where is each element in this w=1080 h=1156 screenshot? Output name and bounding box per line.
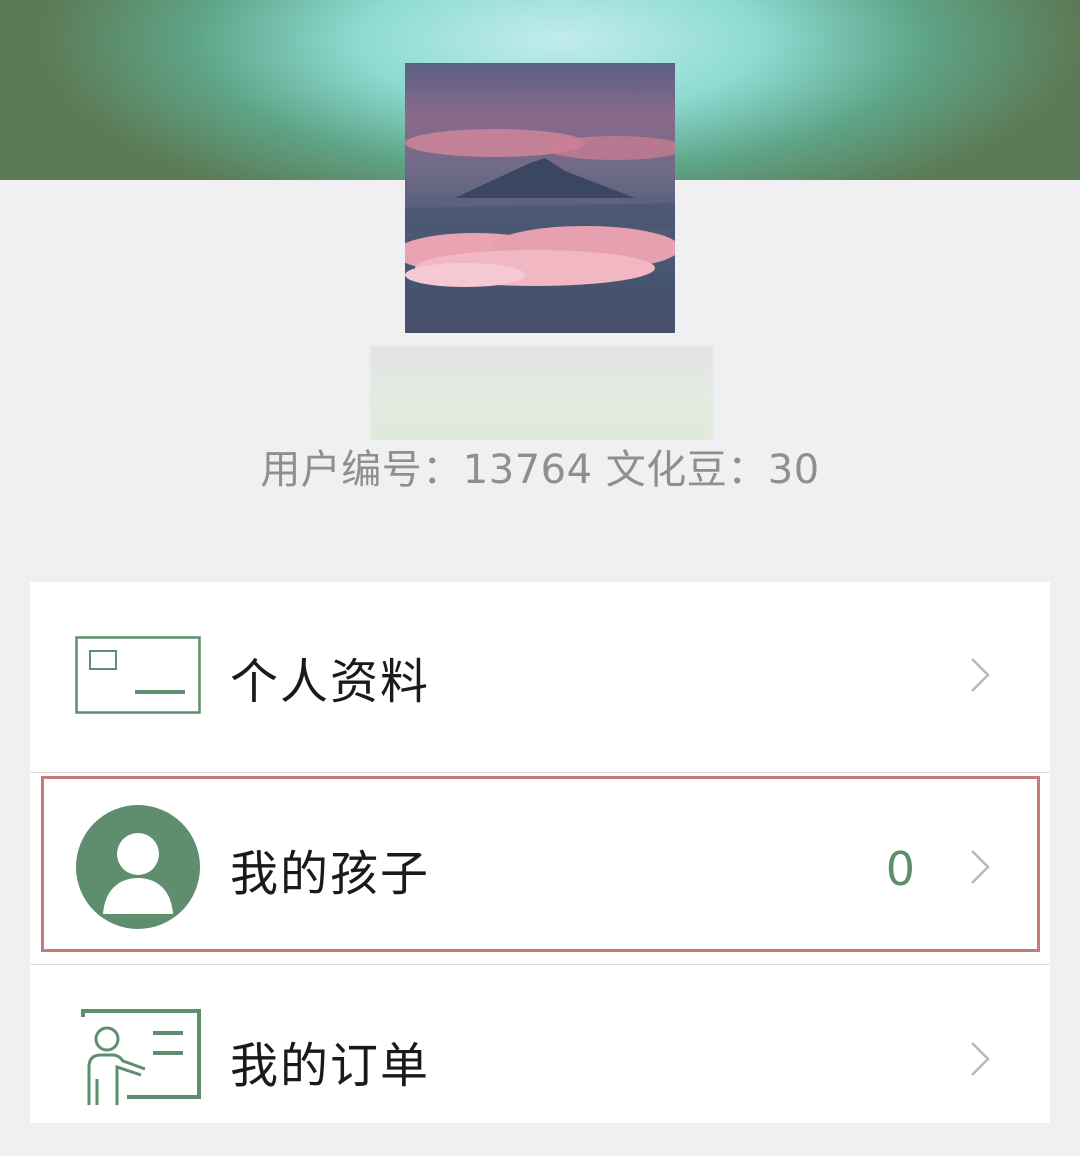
menu-divider [30,772,1050,773]
children-count: 0 [885,842,915,896]
username-blurred [370,346,713,440]
teacher-board-icon [75,1009,203,1113]
profile-menu-card: 个人资料 我的孩子 0 我的订单 [30,582,1050,1123]
id-card-icon [75,636,201,718]
mountain-cloud-photo [405,63,675,333]
chevron-right-icon [970,1041,990,1081]
menu-item-label: 我的订单 [230,1038,431,1094]
user-id-and-beans: 用户编号：13764 文化豆：30 [260,447,820,493]
menu-item-label: 个人资料 [230,654,431,710]
menu-item-my-children[interactable]: 我的孩子 0 [30,774,1050,964]
menu-item-label: 我的孩子 [230,846,431,902]
chevron-right-icon [970,657,990,697]
chevron-right-icon [970,849,990,889]
child-avatar-icon [75,804,201,934]
menu-item-my-orders[interactable]: 我的订单 [30,966,1050,1156]
menu-item-personal-info[interactable]: 个人资料 [30,582,1050,772]
menu-divider [30,964,1050,965]
profile-avatar[interactable] [405,63,675,333]
